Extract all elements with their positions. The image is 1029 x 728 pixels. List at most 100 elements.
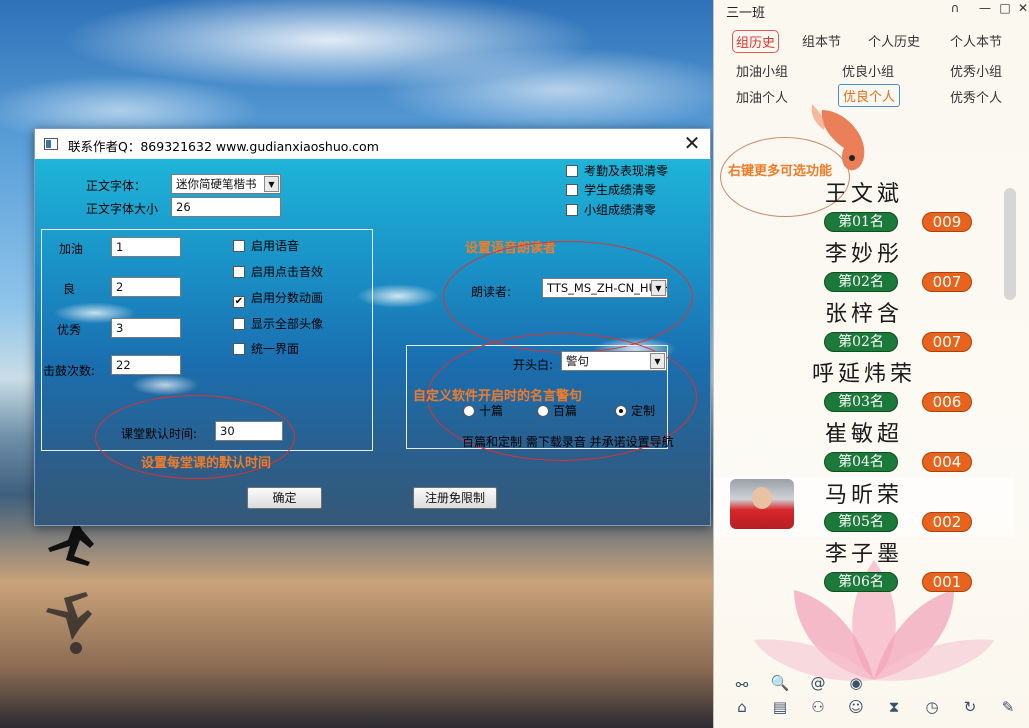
radio-hundred[interactable]: 百篇 — [537, 402, 577, 419]
student-name[interactable]: 崔敏超 — [789, 416, 939, 448]
opening-label: 开头白: — [513, 358, 554, 372]
liang-input[interactable]: 2 — [111, 277, 181, 297]
drum-count-input[interactable]: 22 — [111, 355, 181, 375]
score-badge: 004 — [922, 452, 972, 472]
checkbox-clear-student-scores[interactable]: 学生成绩清零 — [566, 181, 656, 198]
at-icon[interactable]: @ — [808, 674, 828, 692]
field-label-liang: 良 — [63, 282, 76, 296]
close-panel-button[interactable]: ✕ — [1012, 1, 1029, 17]
search-icon[interactable]: 🔍 — [770, 674, 790, 692]
checkbox-enable-click-sound[interactable]: 启用点击音效 — [233, 263, 323, 280]
panel-title: 三一班 — [726, 6, 766, 21]
class-time-input[interactable]: 30 — [215, 421, 283, 441]
font-select[interactable]: 迷你简硬笔楷书 ▼ — [171, 174, 281, 194]
score-badge: 001 — [922, 572, 972, 592]
checkbox-box[interactable] — [233, 318, 245, 330]
class-time-label: 课堂默认时间: — [121, 427, 198, 441]
student-name[interactable]: 张梓含 — [789, 296, 939, 328]
refresh-icon[interactable]: ↻ — [960, 698, 980, 716]
checkbox-clear-attendance[interactable]: 考勤及表现清零 — [566, 162, 668, 179]
checkbox-enable-score-animation[interactable]: ✔ 启用分数动画 — [233, 289, 323, 308]
opening-select-value: 警句 — [566, 354, 589, 368]
tab-personal-current[interactable]: 个人本节 — [950, 31, 1002, 50]
tab-youxiu-group[interactable]: 优秀小组 — [950, 61, 1002, 80]
checkbox-unified-interface[interactable]: 统一界面 — [233, 340, 299, 357]
checkbox-box[interactable]: ✔ — [233, 296, 245, 308]
home-icon[interactable]: ⌂ — [732, 698, 752, 716]
score-badge: 006 — [922, 392, 972, 412]
youxiu-input[interactable]: 3 — [111, 318, 181, 338]
register-button[interactable]: 注册免限制 — [413, 487, 497, 509]
close-button[interactable]: ✕ — [675, 131, 709, 157]
opening-select[interactable]: 警句 ▼ — [561, 351, 667, 371]
student-name[interactable]: 马昕荣 — [789, 477, 939, 509]
rank-badge: 第05名 — [824, 512, 898, 532]
hourglass-icon[interactable]: ⧗ — [884, 698, 904, 716]
field-label-drum: 击鼓次数: — [43, 364, 96, 378]
checkbox-label: 显示全部头像 — [251, 317, 324, 331]
annotation-class-time: 设置每堂课的默认时间 — [141, 456, 272, 471]
tab-jiayou-personal[interactable]: 加油个人 — [736, 87, 788, 106]
tab-liang-group[interactable]: 优良小组 — [842, 61, 894, 80]
radio-dot[interactable] — [615, 405, 627, 417]
checkbox-box[interactable] — [566, 184, 578, 196]
student-name[interactable]: 王文斌 — [789, 176, 939, 208]
font-label: 正文字体： — [86, 179, 147, 193]
rank-badge: 第04名 — [824, 452, 898, 472]
checkbox-box[interactable] — [566, 165, 578, 177]
wrench-icon[interactable]: ✎ — [998, 698, 1018, 716]
chevron-down-icon[interactable]: ▼ — [650, 353, 665, 369]
reader-select[interactable]: TTS_MS_ZH-CN_HUIH ▼ — [542, 278, 668, 298]
radio-custom[interactable]: 定制 — [615, 402, 655, 419]
checkbox-show-all-avatars[interactable]: 显示全部头像 — [233, 315, 323, 332]
eye-icon[interactable]: ◉ — [846, 674, 866, 692]
checkbox-enable-voice[interactable]: 启用语音 — [233, 237, 299, 254]
checkbox-box[interactable] — [566, 204, 578, 216]
group-icon[interactable]: ⚇ — [808, 698, 828, 716]
document-icon[interactable]: ▤ — [770, 698, 790, 716]
checkbox-clear-group-scores[interactable]: 小组成绩清零 — [566, 201, 656, 218]
radio-ten[interactable]: 十篇 — [463, 402, 503, 419]
score-badge: 009 — [922, 212, 972, 232]
rank-badge: 第03名 — [824, 392, 898, 412]
tab-personal-history[interactable]: 个人历史 — [868, 31, 920, 50]
jiayou-input[interactable]: 1 — [111, 237, 181, 257]
tab-group-history[interactable]: 组历史 — [732, 30, 780, 53]
score-badge: 007 — [922, 332, 972, 352]
rank-badge: 第01名 — [824, 212, 898, 232]
title-bar[interactable]: 联系作者Q：869321632 www.gudianxiaoshuo.com ✕ — [35, 129, 710, 159]
radio-dot[interactable] — [463, 405, 475, 417]
student-name[interactable]: 呼延炜荣 — [789, 356, 939, 388]
reader-label: 朗读者: — [471, 285, 512, 299]
dialog-title: 联系作者Q：869321632 www.gudianxiaoshuo.com — [68, 139, 379, 154]
settings-dialog: 联系作者Q：869321632 www.gudianxiaoshuo.com ✕… — [34, 128, 711, 526]
radio-dot[interactable] — [537, 405, 549, 417]
field-label-youxiu: 优秀 — [57, 323, 82, 337]
tab-youxiu-personal[interactable]: 优秀个人 — [950, 87, 1002, 106]
checkbox-box[interactable] — [233, 240, 245, 252]
chevron-down-icon[interactable]: ▼ — [264, 176, 279, 192]
rank-badge: 第02名 — [824, 332, 898, 352]
checkbox-box[interactable] — [233, 266, 245, 278]
minimize-button[interactable]: — — [974, 1, 996, 17]
student-name[interactable]: 李子墨 — [789, 536, 939, 568]
student-photo[interactable] — [730, 479, 794, 529]
link-icon[interactable]: ⚯ — [732, 676, 752, 694]
font-size-label: 正文字体大小 — [86, 202, 159, 216]
rank-badge: 第02名 — [824, 272, 898, 292]
font-select-value: 迷你简硬笔楷书 — [176, 177, 257, 191]
radio-label: 定制 — [631, 404, 656, 418]
tab-group-current[interactable]: 组本节 — [802, 31, 841, 50]
chevron-down-icon[interactable]: ▼ — [651, 280, 666, 296]
headphone-icon[interactable]: ∩ — [944, 1, 966, 17]
checkbox-label: 统一界面 — [251, 342, 300, 356]
font-size-input[interactable]: 26 — [171, 197, 281, 217]
smile-icon[interactable]: ☺ — [846, 698, 866, 716]
tab-jiayou-group[interactable]: 加油小组 — [736, 61, 788, 80]
checkbox-label: 启用点击音效 — [251, 265, 324, 279]
ok-button[interactable]: 确定 — [247, 487, 322, 509]
scrollbar-thumb[interactable] — [1004, 188, 1016, 300]
checkbox-box[interactable] — [233, 343, 245, 355]
clock-icon[interactable]: ◷ — [922, 698, 942, 716]
student-name[interactable]: 李妙彤 — [789, 236, 939, 268]
